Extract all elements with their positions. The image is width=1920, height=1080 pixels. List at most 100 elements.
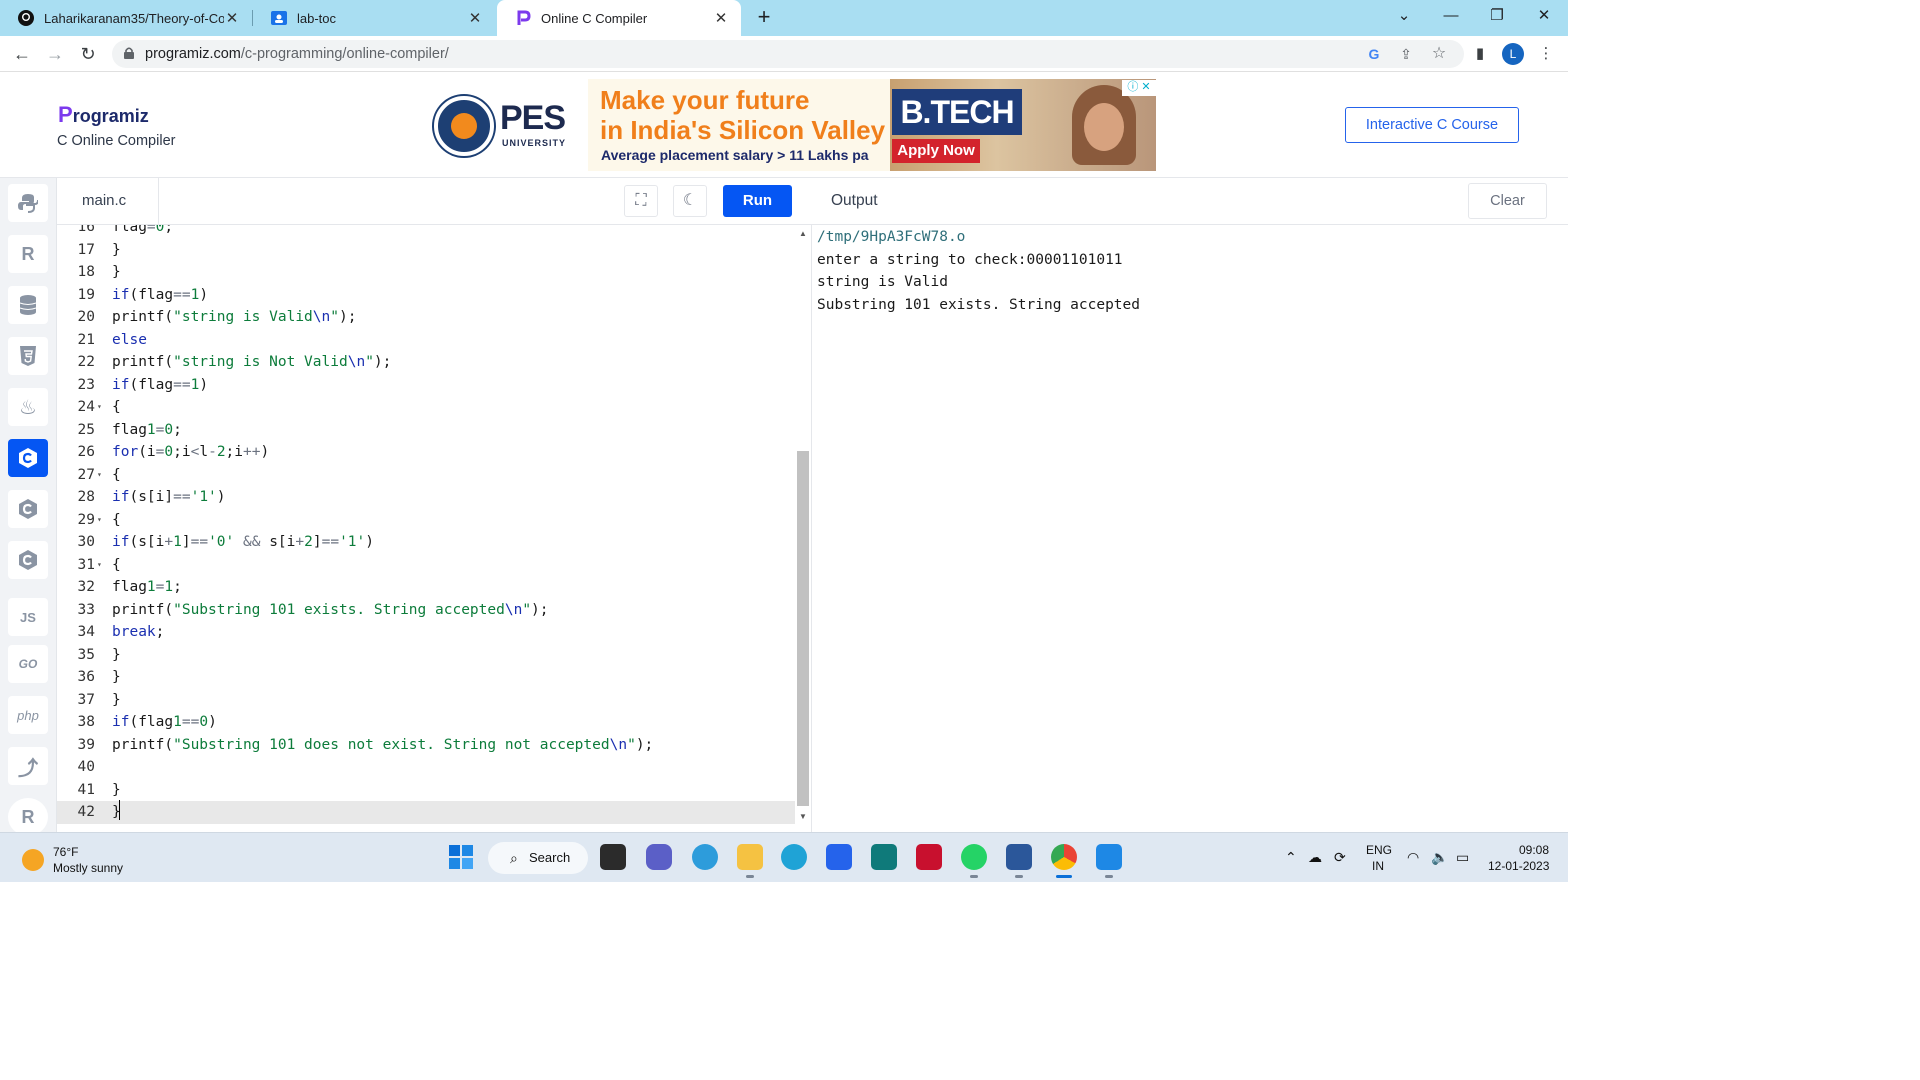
scrollbar-thumb[interactable]: [797, 451, 809, 806]
tab-github[interactable]: Laharikaranam35/Theory-of-Con ✕: [0, 0, 252, 36]
csharp-icon[interactable]: [8, 541, 48, 579]
close-icon[interactable]: ✕: [224, 9, 240, 27]
adchoices-close-icon[interactable]: ⓘ ✕: [1122, 80, 1156, 96]
file-tab-main-c[interactable]: main.c: [57, 178, 159, 224]
close-window-button[interactable]: ✕: [1521, 0, 1567, 34]
code-line[interactable]: 37}: [57, 689, 795, 712]
fullscreen-icon[interactable]: ⛶: [624, 185, 658, 217]
google-icon[interactable]: G: [1365, 45, 1383, 63]
cpp-icon[interactable]: [8, 490, 48, 528]
code-line[interactable]: 27 ▾ {: [57, 464, 795, 487]
menu-kebab-icon[interactable]: ⋮: [1536, 44, 1556, 64]
photos-icon[interactable]: [1096, 844, 1122, 870]
code-line[interactable]: 30 if(s[i+1]=='0' && s[i+2]=='1'): [57, 531, 795, 554]
sql-icon[interactable]: [8, 286, 48, 324]
code-line[interactable]: 42}: [57, 801, 795, 824]
programiz-logo[interactable]: Programiz: [58, 102, 149, 128]
chevron-up-icon[interactable]: ⌃: [1285, 849, 1297, 866]
code-line[interactable]: 16 flag=0;: [57, 225, 795, 239]
code-editor[interactable]: 16 flag=0; 17} 18} 19 if(flag==1) 20 printf("st…: [57, 225, 812, 832]
input-language[interactable]: ENG: [1366, 843, 1392, 857]
tab-lab-toc[interactable]: lab-toc ✕: [253, 0, 495, 36]
word-icon[interactable]: [1006, 844, 1032, 870]
fold-arrow-icon[interactable]: ▾: [97, 396, 102, 419]
swift-icon[interactable]: ⤴: [8, 747, 48, 785]
code-line[interactable]: 33 printf("Substring 101 exists. String a…: [57, 599, 795, 622]
back-button[interactable]: ←: [8, 40, 36, 68]
close-icon[interactable]: ✕: [467, 9, 483, 27]
volume-icon[interactable]: 🔈: [1431, 849, 1448, 866]
code-line[interactable]: 18}: [57, 261, 795, 284]
fold-arrow-icon[interactable]: ▾: [97, 464, 102, 487]
code-line[interactable]: 19 if(flag==1): [57, 284, 795, 307]
address-bar[interactable]: programiz.com/c-programming/online-compi…: [112, 40, 1464, 68]
run-button[interactable]: Run: [723, 185, 792, 217]
code-line[interactable]: 21 else: [57, 329, 795, 352]
scroll-up-icon[interactable]: ▲: [799, 229, 807, 238]
code-line[interactable]: 24 ▾ {: [57, 396, 795, 419]
output-console[interactable]: /tmp/9HpA3FcW78.o enter a string to chec…: [812, 226, 1568, 832]
help-icon[interactable]: [692, 844, 718, 870]
wifi-icon[interactable]: ◠: [1407, 849, 1419, 866]
code-line[interactable]: 17}: [57, 239, 795, 262]
onedrive-icon[interactable]: ☁: [1308, 849, 1322, 866]
clock-time[interactable]: 09:08: [1519, 843, 1549, 857]
clock-date[interactable]: 12-01-2023: [1488, 859, 1549, 873]
taskbar-search[interactable]: ⌕ Search: [488, 842, 588, 874]
mcafee-icon[interactable]: [916, 844, 942, 870]
code-line[interactable]: 41}: [57, 779, 795, 802]
bookmark-star-icon[interactable]: ☆: [1430, 45, 1448, 63]
fold-arrow-icon[interactable]: ▾: [97, 509, 102, 532]
teams-chat-icon[interactable]: [646, 844, 672, 870]
tab-search-icon[interactable]: ⌄: [1381, 0, 1427, 34]
side-panel-icon[interactable]: ▮: [1470, 44, 1490, 64]
python-icon[interactable]: [8, 184, 48, 222]
close-icon[interactable]: ✕: [713, 9, 729, 27]
app-icon[interactable]: [871, 844, 897, 870]
chrome-icon[interactable]: [1051, 844, 1077, 870]
whatsapp-icon[interactable]: [961, 844, 987, 870]
ad-apply-button[interactable]: Apply Now: [892, 139, 980, 163]
scroll-down-icon[interactable]: ▼: [799, 812, 807, 821]
php-icon[interactable]: php: [8, 696, 48, 734]
code-line[interactable]: 20 printf("string is Valid\n");: [57, 306, 795, 329]
code-line[interactable]: 26 for(i=0;i<l-2;i++): [57, 441, 795, 464]
html-icon[interactable]: [8, 337, 48, 375]
editor-scrollbar[interactable]: ▲ ▼: [796, 229, 810, 821]
code-line[interactable]: 40: [57, 756, 795, 779]
advertisement-banner[interactable]: PES UNIVERSITY Make your future in India'…: [412, 79, 1156, 171]
file-explorer-icon[interactable]: [737, 844, 763, 870]
dark-mode-moon-icon[interactable]: ☾: [673, 185, 707, 217]
fold-arrow-icon[interactable]: ▾: [97, 554, 102, 577]
minimize-button[interactable]: —: [1428, 0, 1474, 34]
code-line[interactable]: 23 if(flag==1): [57, 374, 795, 397]
code-line[interactable]: 22 printf("string is Not Valid\n");: [57, 351, 795, 374]
code-line[interactable]: 25 flag1=0;: [57, 419, 795, 442]
c-icon[interactable]: [8, 439, 48, 477]
edge-browser-icon[interactable]: [781, 844, 807, 870]
input-region[interactable]: IN: [1372, 859, 1384, 873]
clear-button[interactable]: Clear: [1468, 183, 1547, 219]
js-icon[interactable]: JS: [8, 598, 48, 636]
reload-button[interactable]: ↻: [74, 40, 102, 68]
share-icon[interactable]: ⇪: [1397, 45, 1415, 63]
windows-start-icon[interactable]: [448, 844, 474, 870]
sync-icon[interactable]: ⟳: [1334, 849, 1346, 866]
profile-avatar[interactable]: L: [1502, 43, 1524, 65]
code-line[interactable]: 35}: [57, 644, 795, 667]
code-line[interactable]: 36}: [57, 666, 795, 689]
tab-online-c-compiler[interactable]: Online C Compiler ✕: [497, 0, 741, 36]
java-icon[interactable]: ♨: [8, 388, 48, 426]
microsoft-store-icon[interactable]: [826, 844, 852, 870]
code-line[interactable]: 29 ▾ {: [57, 509, 795, 532]
code-line[interactable]: 38 if(flag1==0): [57, 711, 795, 734]
battery-icon[interactable]: ▭: [1456, 849, 1469, 866]
new-tab-button[interactable]: +: [752, 4, 776, 32]
code-line[interactable]: 31 ▾ {: [57, 554, 795, 577]
code-line[interactable]: 28 if(s[i]=='1'): [57, 486, 795, 509]
code-line[interactable]: 34 break;: [57, 621, 795, 644]
r-icon[interactable]: R: [8, 235, 48, 273]
forward-button[interactable]: →: [41, 40, 69, 68]
task-view-icon[interactable]: [600, 844, 626, 870]
restore-button[interactable]: ❐: [1474, 0, 1520, 34]
